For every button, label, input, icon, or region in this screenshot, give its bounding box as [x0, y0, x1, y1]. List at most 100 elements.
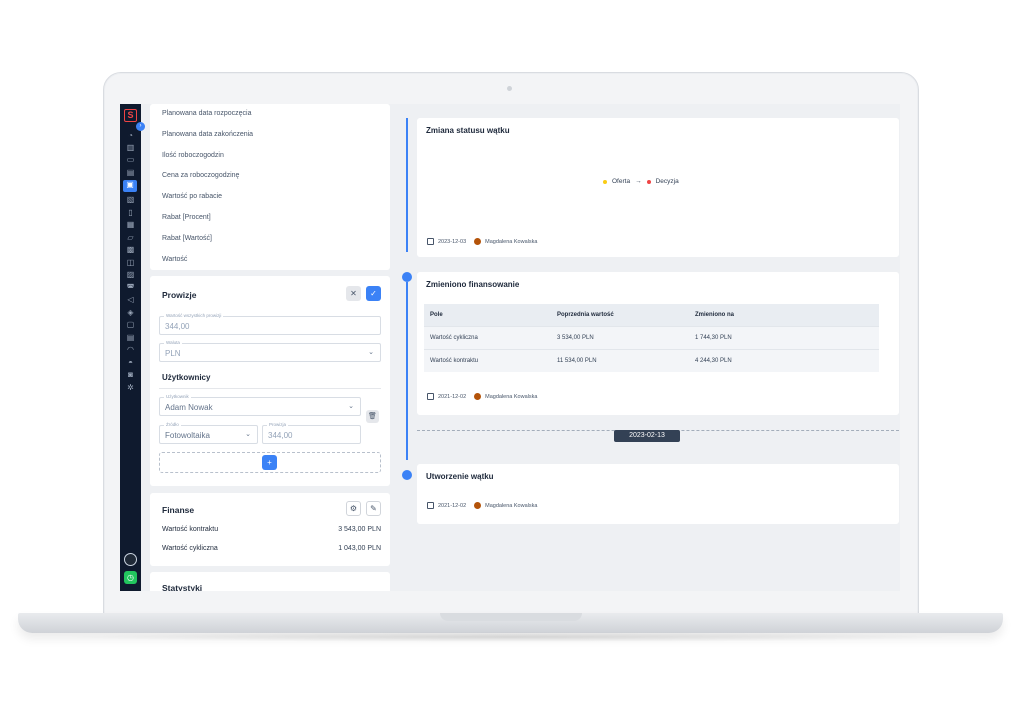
- finance-settings-button[interactable]: ⚙: [346, 501, 361, 516]
- event-meta: 2021-12-02 Magdalena Kowalska: [427, 502, 537, 509]
- monitor-icon[interactable]: ▭: [125, 155, 136, 165]
- finance-card: Finanse ⚙ ✎ Wartość kontraktu 3 543,00 P…: [150, 493, 390, 566]
- commissions-title: Prowizje: [162, 290, 197, 300]
- document-icon[interactable]: ▤: [125, 168, 136, 178]
- notes-icon[interactable]: ▧: [125, 195, 136, 205]
- finance-row: Wartość cykliczna 1 043,00 PLN: [162, 545, 381, 552]
- timeline-dot: [402, 272, 412, 282]
- threads-icon[interactable]: ▣: [123, 180, 137, 192]
- app-screen: S ◔ ▥ ▭ ▤ ▣ ▧ ▯ ▦ ▱ ▩ ◫ ▨ ◚ ◁ ◈ ▢ ▤ ◠ ◓ …: [120, 104, 900, 591]
- event-meta: 2021-12-02 Magdalena Kowalska: [427, 393, 537, 400]
- status-dot-decision: [646, 179, 651, 184]
- finance-edit-button[interactable]: ✎: [366, 501, 381, 516]
- status-from: Oferta: [612, 178, 631, 185]
- bell-icon[interactable]: ◠: [125, 345, 136, 355]
- author-avatar: [474, 238, 482, 245]
- user-avatar[interactable]: [124, 553, 137, 566]
- users-icon[interactable]: ◓: [125, 358, 136, 368]
- close-icon: ✕: [350, 289, 357, 298]
- collapse-sidebar-button[interactable]: ›: [136, 122, 145, 131]
- date-separator-label: 2023-02-13: [614, 430, 680, 442]
- event-date: 2021-12-02: [438, 393, 467, 400]
- chevron-down-icon: ⌄: [368, 349, 374, 356]
- field-planned-end[interactable]: Planowana data zakończenia: [150, 125, 390, 146]
- status-flow: Oferta → Decyzja: [603, 178, 679, 185]
- event-date: 2023-12-03: [438, 238, 467, 245]
- source-select[interactable]: Źródło Fotowoltaika ⌄: [159, 422, 258, 444]
- chevron-down-icon: ⌄: [245, 431, 251, 438]
- thread-created-event: Utworzenie wątku 2021-12-02 Magdalena Ko…: [417, 464, 899, 524]
- chart-icon[interactable]: ▥: [125, 143, 136, 153]
- megaphone-icon[interactable]: ◁: [125, 295, 136, 305]
- calendar-icon[interactable]: ▦: [125, 220, 136, 230]
- status-change-event: Zmiana statusu wątku Oferta → Decyzja 20…: [417, 118, 899, 257]
- event-title: Utworzenie wątku: [426, 472, 494, 481]
- box-icon[interactable]: ▢: [125, 320, 136, 330]
- group-icon[interactable]: ▨: [125, 270, 136, 280]
- field-value[interactable]: Wartość: [150, 250, 390, 271]
- statistics-card: Statystyki: [150, 572, 390, 591]
- column-header: Zmieniono na: [689, 304, 879, 326]
- finance-title: Finanse: [162, 505, 195, 515]
- add-user-button[interactable]: +: [262, 455, 277, 470]
- finance-row: Wartość kontraktu 3 543,00 PLN: [162, 526, 381, 533]
- timeline-line: [406, 282, 408, 460]
- field-discount-value[interactable]: Rabat [Wartość]: [150, 229, 390, 250]
- financing-change-event: Zmieniono finansowanie Pole Poprzednia w…: [417, 272, 899, 415]
- table-row: Wartość cykliczna 3 534,00 PLN 1 744,30 …: [424, 325, 879, 349]
- pencil-icon: ✎: [370, 504, 377, 513]
- check-icon: ✓: [370, 289, 377, 298]
- column-header: Pole: [424, 304, 551, 326]
- clock-icon[interactable]: ◷: [124, 571, 137, 584]
- event-author: Magdalena Kowalska: [485, 502, 538, 509]
- calendar-icon: [427, 393, 434, 400]
- home-icon[interactable]: ◔: [125, 131, 136, 141]
- thread-details-column: Planowana data rozpoczęcia Planowana dat…: [150, 104, 390, 591]
- status-to: Decyzja: [655, 178, 679, 185]
- car-icon[interactable]: ◚: [125, 283, 136, 293]
- event-meta: 2023-12-03 Magdalena Kowalska: [427, 238, 537, 245]
- table-row: Wartość kontraktu 11 534,00 PLN 4 244,30…: [424, 348, 879, 372]
- clipboard-icon[interactable]: ▯: [125, 208, 136, 218]
- user-select[interactable]: Użytkownik Adam Nowak ⌄: [159, 394, 361, 416]
- gear-icon: ⚙: [349, 504, 358, 513]
- users-title: Użytkownicy: [162, 373, 211, 382]
- statistics-title: Statystyki: [162, 583, 203, 591]
- truck-icon[interactable]: ◙: [125, 370, 136, 380]
- commission-input[interactable]: Prowizja 344,00: [262, 422, 361, 444]
- folder-icon[interactable]: ▱: [125, 233, 136, 243]
- laptop-notch: [440, 613, 582, 621]
- event-title: Zmiana statusu wątku: [426, 126, 510, 135]
- timeline-dot: [402, 470, 412, 480]
- gift-icon[interactable]: ◫: [125, 258, 136, 268]
- chevron-down-icon: ⌄: [348, 403, 354, 410]
- confirm-button[interactable]: ✓: [366, 286, 381, 301]
- arrow-right-icon: →: [635, 178, 642, 185]
- plus-icon: +: [267, 458, 272, 467]
- field-work-hours[interactable]: Ilość roboczogodzin: [150, 146, 390, 167]
- event-author: Magdalena Kowalska: [485, 393, 538, 400]
- database-icon[interactable]: ▤: [125, 333, 136, 343]
- image-icon[interactable]: ▩: [125, 245, 136, 255]
- field-planned-start[interactable]: Planowana data rozpoczęcia: [150, 104, 390, 125]
- field-discount-percent[interactable]: Rabat [Procent]: [150, 208, 390, 229]
- event-author: Magdalena Kowalska: [485, 238, 538, 245]
- calendar-icon: [427, 238, 434, 245]
- currency-select[interactable]: Waluta PLN ⌄: [159, 340, 381, 362]
- field-value-after-discount[interactable]: Wartość po rabacie: [150, 187, 390, 208]
- author-avatar: [474, 393, 482, 400]
- delete-user-button[interactable]: 🗑: [366, 410, 379, 423]
- settings-icon[interactable]: ✲: [125, 383, 136, 393]
- event-date: 2021-12-02: [438, 502, 467, 509]
- total-commission-field[interactable]: Wartość wszystkich prowizji 344,00: [159, 313, 381, 335]
- sidebar: S ◔ ▥ ▭ ▤ ▣ ▧ ▯ ▦ ▱ ▩ ◫ ▨ ◚ ◁ ◈ ▢ ▤ ◠ ◓ …: [120, 104, 141, 591]
- cancel-button[interactable]: ✕: [346, 286, 361, 301]
- financing-changes-table: Pole Poprzednia wartość Zmieniono na War…: [424, 304, 879, 372]
- details-fields-card: Planowana data rozpoczęcia Planowana dat…: [150, 104, 390, 270]
- commissions-card: Prowizje ✕ ✓ Wartość wszystkich prowizji…: [150, 276, 390, 486]
- author-avatar: [474, 502, 482, 509]
- timeline-line: [406, 118, 408, 252]
- layers-icon[interactable]: ◈: [125, 308, 136, 318]
- logo-icon[interactable]: S: [124, 109, 137, 122]
- field-hour-price[interactable]: Cena za roboczogodzinę: [150, 166, 390, 187]
